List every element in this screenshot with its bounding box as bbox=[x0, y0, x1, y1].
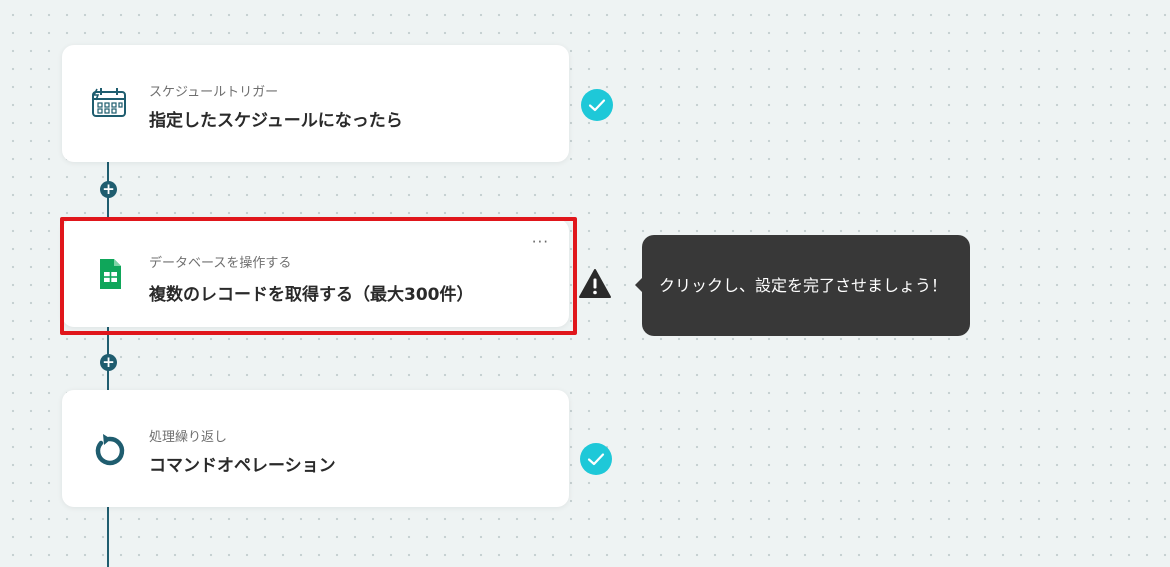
step-title: 複数のレコードを取得する（最大300件） bbox=[149, 285, 474, 305]
step-title: 指定したスケジュールになったら bbox=[149, 111, 403, 131]
step-category-label: 処理繰り返し bbox=[149, 430, 228, 445]
check-icon bbox=[581, 89, 613, 121]
flow-step-database-operation[interactable]: ··· データベースを操作する 複数のレコードを取得する（最大300件） bbox=[62, 219, 569, 327]
step-category-label: スケジュールトリガー bbox=[149, 85, 279, 100]
flow-step-loop[interactable]: 処理繰り返し コマンドオペレーション bbox=[62, 390, 569, 507]
step-title: コマンドオペレーション bbox=[149, 456, 336, 476]
flow-step-schedule-trigger[interactable]: スケジュールトリガー 指定したスケジュールになったら bbox=[62, 45, 569, 162]
schedule-trigger-icon bbox=[92, 88, 126, 117]
flow-connector bbox=[107, 507, 109, 567]
step-category-label: データベースを操作する bbox=[149, 256, 292, 271]
warning-icon bbox=[579, 269, 611, 298]
google-sheets-icon bbox=[100, 259, 121, 289]
setup-tooltip: クリックし、設定を完了させましょう！ bbox=[635, 235, 970, 336]
loop-icon bbox=[95, 434, 125, 466]
add-step-button[interactable]: + bbox=[100, 354, 117, 371]
more-options-button[interactable]: ··· bbox=[532, 233, 549, 251]
add-step-button[interactable]: + bbox=[100, 181, 117, 198]
check-icon bbox=[580, 443, 612, 475]
